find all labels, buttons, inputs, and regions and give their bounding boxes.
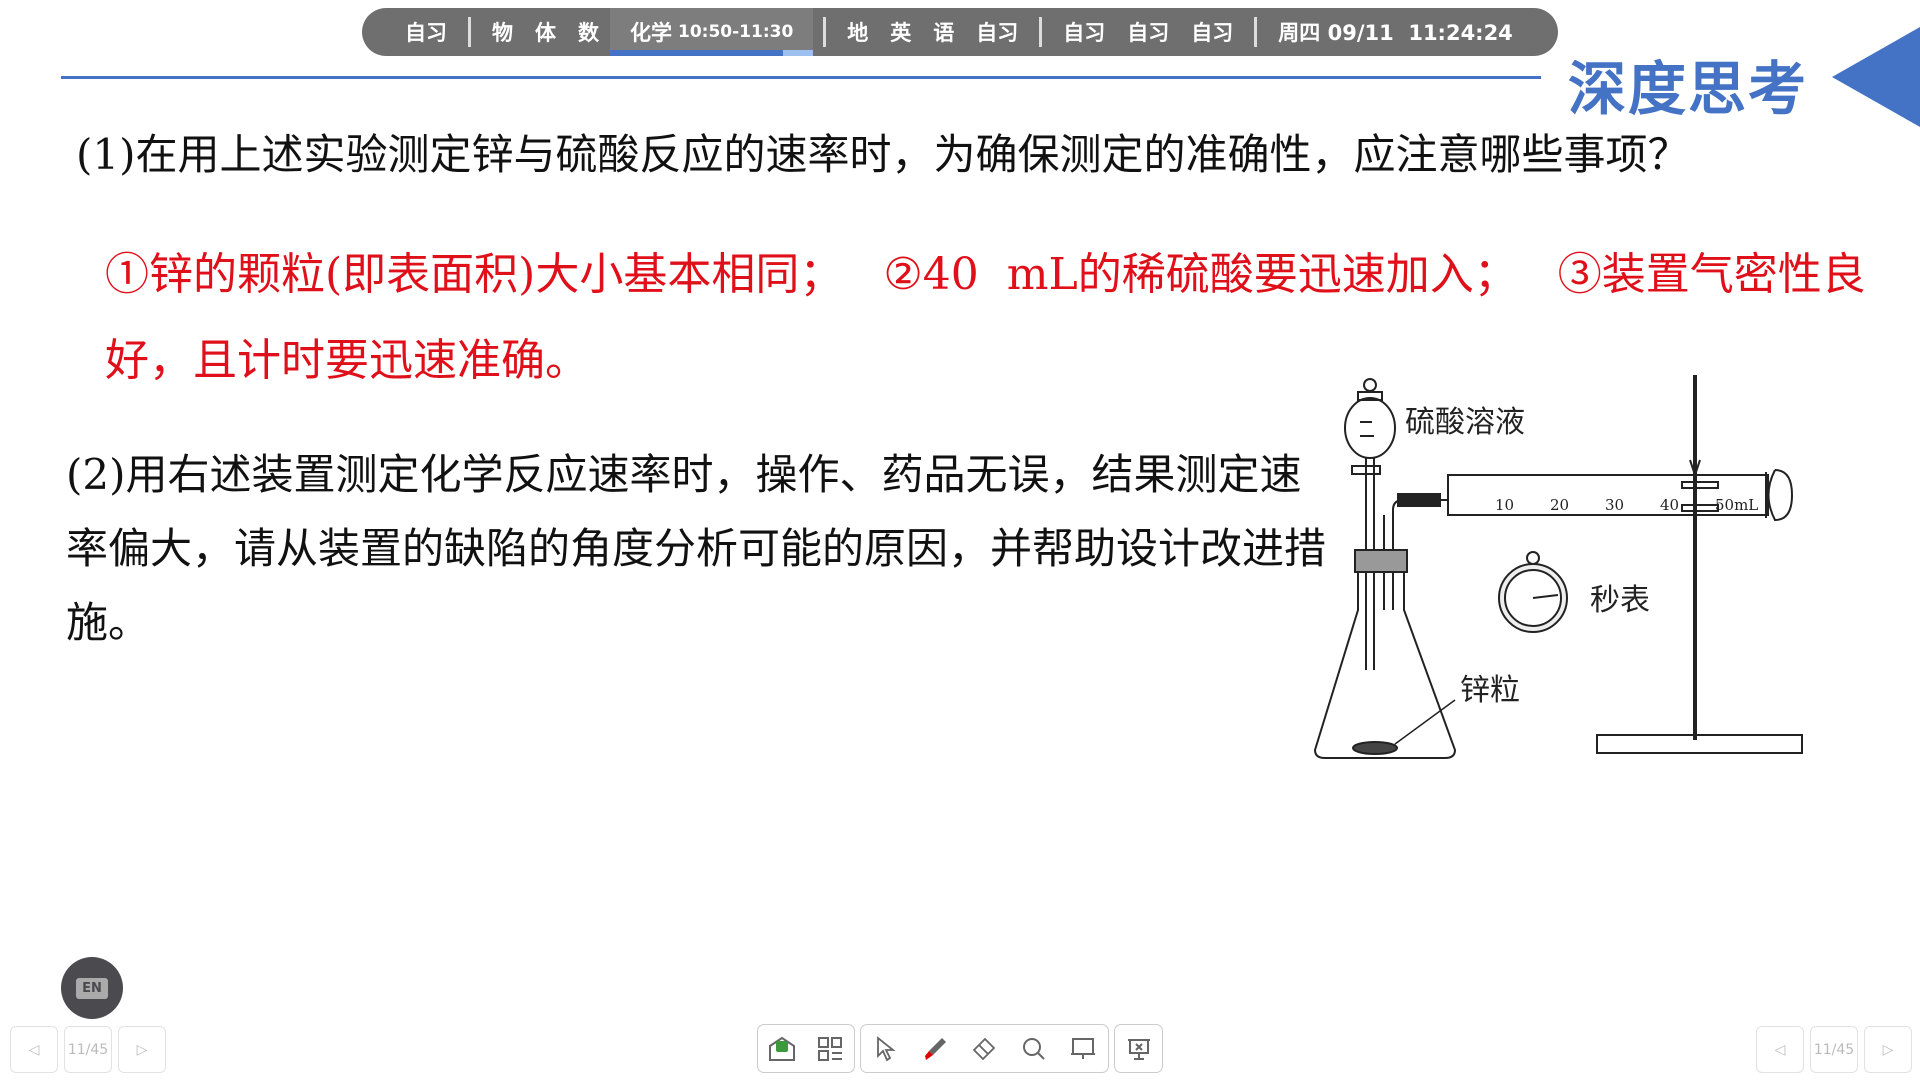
toolbar-group-3 [1114, 1024, 1163, 1073]
divider [468, 17, 471, 47]
schedule-item[interactable]: 数 [567, 17, 610, 47]
question-2: (2)用右述装置测定化学反应速率时，操作、药品无误，结果测定速率偏大，请从装置的… [66, 450, 1327, 647]
schedule-item[interactable]: 自习 [1052, 17, 1116, 47]
page-indicator[interactable]: 11/45 [1810, 1026, 1858, 1073]
conical-flask [1313, 549, 1457, 759]
schedule-item[interactable]: 英 [879, 17, 922, 47]
stopwatch-icon [1498, 551, 1568, 633]
schedule-item[interactable]: 自习 [394, 17, 458, 47]
current-subject: 化学 [630, 21, 672, 45]
next-page-button[interactable]: ▷ [118, 1026, 166, 1073]
rubber-tube [1397, 493, 1441, 507]
scale-tick-label: 10 [1495, 496, 1514, 514]
schedule-item[interactable]: 物 [481, 17, 524, 47]
divider [1254, 17, 1258, 47]
answer-1: ①锌的颗粒(即表面积)大小基本相同； [105, 249, 844, 300]
next-page-button[interactable]: ▷ [1864, 1026, 1912, 1073]
label-acid: 硫酸溶液 [1405, 405, 1525, 440]
scale-tick-label: 20 [1550, 496, 1569, 514]
schedule-item[interactable]: 自习 [1116, 17, 1180, 47]
triangle-decoration [1832, 27, 1920, 127]
pen-icon[interactable] [918, 1032, 952, 1066]
schedule-item[interactable]: 地 [836, 17, 879, 47]
toolbar-group-1 [757, 1024, 855, 1073]
exit-presentation-icon[interactable] [1122, 1032, 1156, 1066]
current-time: 10:50-11:30 [678, 22, 794, 42]
scale-tick-label: 40 [1660, 496, 1679, 514]
question-1: (1)在用上述实验测定锌与硫酸反应的速率时，为确保测定的准确性，应注意哪些事项？ [76, 130, 1690, 179]
apps-grid-icon[interactable] [813, 1032, 847, 1066]
scale-tick-label: 50mL [1715, 496, 1758, 514]
divider [823, 17, 827, 47]
message-envelope-icon[interactable] [765, 1032, 799, 1066]
schedule-item[interactable]: 语 [922, 17, 965, 47]
iron-stand [1596, 375, 1803, 754]
answer-2: ②40 mL的稀硫酸要迅速加入； [883, 249, 1518, 300]
title-rule [61, 76, 1541, 79]
label-zinc: 锌粒 [1460, 673, 1520, 708]
prev-page-button[interactable]: ◁ [1756, 1026, 1804, 1073]
screen-display-icon[interactable] [1066, 1032, 1100, 1066]
slide-brand-title: 深度思考 [1568, 55, 1809, 123]
class-progress [610, 50, 814, 56]
page-nav-right: ◁ 11/45 ▷ [1756, 1026, 1912, 1073]
search-icon[interactable] [1017, 1032, 1051, 1066]
prev-page-button[interactable]: ◁ [10, 1026, 58, 1073]
delivery-tube [1383, 499, 1448, 552]
schedule-current[interactable]: 化学 10:50-11:30 [610, 8, 814, 56]
zinc-granules [1352, 741, 1398, 755]
schedule-item[interactable]: 体 [524, 17, 567, 47]
scale-tick-label: 30 [1605, 496, 1624, 514]
divider [1039, 17, 1043, 47]
schedule-item[interactable]: 自习 [1180, 17, 1244, 47]
eraser-icon[interactable] [967, 1032, 1001, 1066]
en-icon: EN [76, 977, 108, 999]
language-button[interactable]: EN [61, 957, 123, 1019]
page-indicator[interactable]: 11/45 [64, 1026, 112, 1073]
apparatus-diagram: 硫酸溶液 秒表 锌粒 10 20 30 40 50mL [1313, 375, 1803, 759]
schedule-bar: 自习 物 体 数 化学 10:50-11:30 地 英 语 自习 自习 自习 自… [362, 8, 1558, 56]
schedule-item[interactable]: 自习 [965, 17, 1029, 47]
label-stopwatch: 秒表 [1590, 583, 1650, 618]
datetime: 周四 09/11 11:24:24 [1278, 21, 1513, 45]
page-nav-left: ◁ 11/45 ▷ [10, 1026, 166, 1073]
pointer-cursor-icon[interactable] [869, 1032, 903, 1066]
toolbar-group-2 [860, 1024, 1109, 1073]
